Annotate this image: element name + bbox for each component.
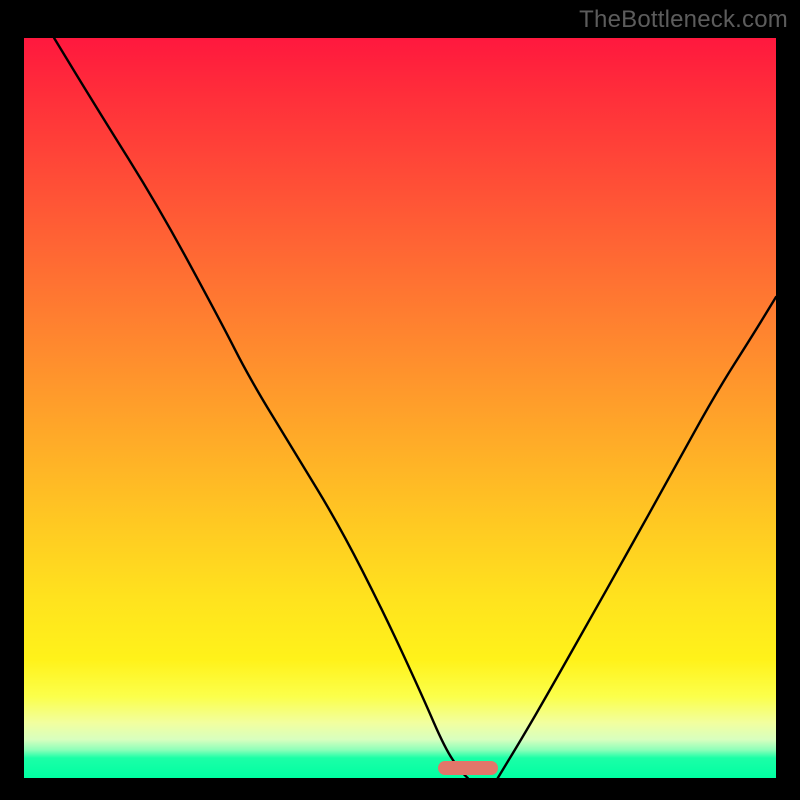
chart-plot-area bbox=[24, 38, 776, 778]
right-curve bbox=[498, 297, 776, 778]
watermark-text: TheBottleneck.com bbox=[579, 6, 788, 34]
left-curve bbox=[54, 38, 468, 778]
stage: TheBottleneck.com bbox=[0, 0, 800, 800]
optimum-marker bbox=[438, 761, 498, 775]
chart-svg bbox=[24, 38, 776, 778]
